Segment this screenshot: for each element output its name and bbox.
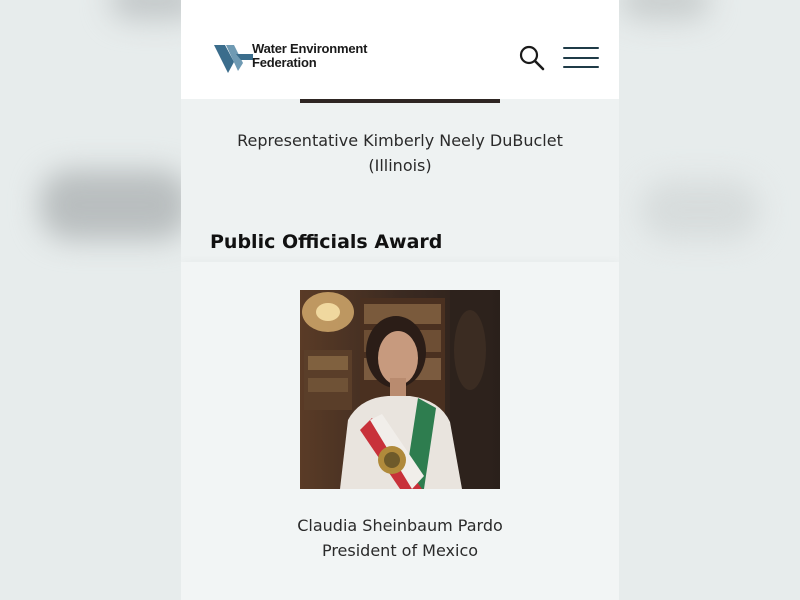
- site-header: Water Environment Federation: [181, 0, 619, 99]
- award-caption: Representative Kimberly Neely DuBuclet (…: [181, 128, 619, 178]
- background-blur: [40, 170, 190, 240]
- section-heading: Public Officials Award: [210, 231, 443, 253]
- background-blur: [620, 0, 710, 20]
- search-icon: [519, 45, 545, 71]
- honoree-portrait: [300, 290, 500, 489]
- logo-line-1: Water Environment: [252, 41, 368, 56]
- logo-text: Water Environment Federation: [252, 41, 368, 70]
- honoree-detail: President of Mexico: [321, 541, 479, 560]
- award-caption: Claudia Sheinbaum Pardo President of Mex…: [181, 513, 619, 563]
- honoree-name: Claudia Sheinbaum Pardo: [297, 516, 503, 535]
- logo-line-2: Federation: [252, 55, 317, 70]
- site-logo[interactable]: Water Environment Federation: [214, 40, 384, 76]
- honoree-name: Representative Kimberly Neely DuBuclet: [237, 131, 563, 150]
- mobile-page: Water Environment Federation Representat…: [181, 0, 619, 600]
- previous-portrait-image: [300, 99, 500, 103]
- wef-logo-icon: [214, 45, 253, 73]
- background-blur: [640, 180, 760, 240]
- honoree-detail: (Illinois): [368, 156, 432, 175]
- hamburger-menu-icon: [563, 57, 599, 59]
- portrait-illustration: [300, 290, 500, 489]
- search-button[interactable]: [518, 44, 546, 72]
- hamburger-menu-icon: [563, 47, 599, 49]
- menu-button[interactable]: [563, 45, 601, 71]
- hamburger-menu-icon: [563, 66, 599, 68]
